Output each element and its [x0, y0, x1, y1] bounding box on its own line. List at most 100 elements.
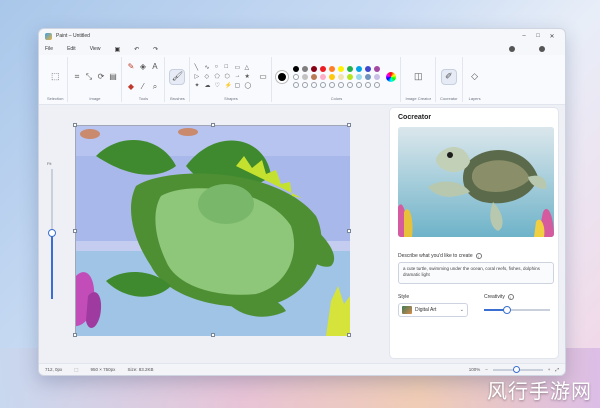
color-swatch[interactable] [347, 65, 354, 72]
status-zoom-slider[interactable] [492, 365, 543, 373]
color-swatch[interactable] [374, 73, 381, 80]
shape-option[interactable]: ╲ [194, 64, 201, 71]
color-swatch[interactable] [329, 73, 336, 80]
zoom-value[interactable]: 100% [469, 367, 481, 372]
undo-icon[interactable]: ↶ [134, 46, 139, 53]
color-swatch[interactable] [311, 65, 318, 72]
color-swatch[interactable] [311, 73, 318, 80]
minimize-button[interactable]: – [517, 33, 531, 39]
resize-handle[interactable] [347, 229, 351, 233]
color-swatch[interactable] [320, 73, 327, 80]
select-tool-icon[interactable]: ⬚ [47, 69, 63, 85]
custom-color-slot[interactable] [374, 81, 381, 88]
creativity-knob[interactable] [503, 306, 512, 314]
color-swatch[interactable] [302, 73, 309, 80]
zoom-in-icon[interactable]: + [548, 367, 551, 372]
shape-option[interactable]: ◇ [204, 73, 211, 80]
creativity-info-icon[interactable]: i [507, 294, 514, 300]
color-swatch[interactable] [293, 73, 300, 80]
color-swatch[interactable] [320, 65, 327, 72]
shape-option[interactable]: ▭ [234, 64, 241, 71]
custom-color-slot[interactable] [311, 81, 318, 88]
resize-handle[interactable] [73, 229, 77, 233]
color-swatch[interactable] [365, 65, 372, 72]
shape-option[interactable]: ▢ [234, 82, 241, 89]
custom-color-slot[interactable] [347, 81, 354, 88]
redo-icon[interactable]: ↷ [153, 46, 158, 53]
resize-handle[interactable] [211, 333, 215, 337]
brush-icon[interactable]: 🖌 [169, 68, 186, 85]
shape-option[interactable]: ▷ [194, 73, 201, 80]
color-swatch[interactable] [356, 73, 363, 80]
shape-option[interactable]: □ [224, 64, 231, 71]
outline-icon[interactable]: ▭ [258, 72, 267, 81]
drawing-canvas[interactable] [73, 123, 351, 337]
magnifier-icon[interactable]: ⌕ [150, 82, 159, 92]
crop-icon[interactable]: ⌗ [72, 72, 81, 82]
zoom-slider[interactable] [48, 163, 56, 303]
custom-color-slot[interactable] [320, 81, 327, 88]
color-swatch[interactable] [374, 65, 381, 72]
shape-option[interactable]: △ [244, 64, 251, 71]
color-swatch[interactable] [302, 65, 309, 72]
color-swatch[interactable] [329, 65, 336, 72]
resize-handle[interactable] [347, 333, 351, 337]
creativity-slider[interactable] [484, 305, 550, 315]
pencil-icon[interactable]: ✎ [126, 62, 135, 71]
fit-icon[interactable]: ⤢ [555, 367, 559, 372]
color-swatch[interactable] [338, 65, 345, 72]
info-icon[interactable]: i [475, 253, 482, 259]
text-icon[interactable]: A [150, 62, 159, 71]
shape-option[interactable]: ○ [214, 64, 221, 71]
shape-option[interactable]: ♡ [214, 82, 221, 89]
eraser-icon[interactable]: ◆ [126, 82, 135, 91]
resize-handle[interactable] [347, 123, 351, 127]
resize-handle[interactable] [73, 333, 77, 337]
cocreator-icon[interactable]: ✐ [440, 68, 457, 85]
shape-option[interactable]: ⬠ [214, 73, 221, 80]
custom-color-slot[interactable] [356, 81, 363, 88]
color-swatch[interactable] [293, 65, 300, 72]
primary-color-swatch[interactable] [276, 70, 289, 83]
color-swatch[interactable] [356, 65, 363, 72]
shape-option[interactable]: ⚡ [224, 82, 231, 89]
image-props-icon[interactable]: ▤ [108, 72, 117, 81]
maximize-button[interactable]: □ [531, 33, 545, 39]
custom-color-slot[interactable] [338, 81, 345, 88]
shape-option[interactable]: ★ [244, 73, 251, 80]
resize-handle[interactable] [211, 123, 215, 127]
shape-option[interactable]: ✦ [194, 82, 201, 89]
custom-color-slot[interactable] [293, 81, 300, 88]
custom-color-slot[interactable] [302, 81, 309, 88]
fill-icon[interactable]: ◈ [138, 62, 147, 71]
shape-option[interactable]: ∿ [204, 64, 211, 71]
shape-option[interactable]: → [234, 73, 241, 80]
status-zoom-knob[interactable] [512, 365, 520, 373]
color-swatch[interactable] [347, 73, 354, 80]
settings-icon[interactable] [539, 46, 545, 52]
custom-color-slot[interactable] [365, 81, 372, 88]
layers-icon[interactable]: ◇ [467, 69, 483, 85]
generated-image[interactable]: ⤢ [398, 127, 554, 237]
zoom-knob[interactable] [48, 229, 56, 237]
menu-file[interactable]: File [45, 46, 53, 52]
menu-view[interactable]: View [90, 46, 101, 52]
prompt-input[interactable]: a cute turtle, swimming under the ocean,… [398, 262, 554, 284]
zoom-out-icon[interactable]: – [485, 367, 488, 372]
resize-icon[interactable]: ⤡ [84, 72, 93, 82]
image-creator-icon[interactable]: ◫ [410, 69, 426, 85]
rotate-icon[interactable]: ⟳ [96, 72, 105, 81]
close-button[interactable]: ✕ [545, 33, 559, 40]
account-icon[interactable] [509, 46, 515, 52]
shape-option[interactable]: ◯ [244, 82, 251, 89]
style-dropdown[interactable]: Digital Art ⌄ [398, 303, 468, 317]
edit-colors-icon[interactable] [386, 71, 397, 82]
shape-option[interactable]: ☁ [204, 82, 211, 89]
shape-option[interactable]: ⬡ [224, 73, 231, 80]
color-swatch[interactable] [338, 73, 345, 80]
save-icon[interactable]: ▣ [114, 46, 120, 53]
color-swatch[interactable] [365, 73, 372, 80]
custom-color-slot[interactable] [329, 81, 336, 88]
color-picker-icon[interactable]: ⁄ [138, 82, 147, 91]
menu-edit[interactable]: Edit [67, 46, 76, 52]
